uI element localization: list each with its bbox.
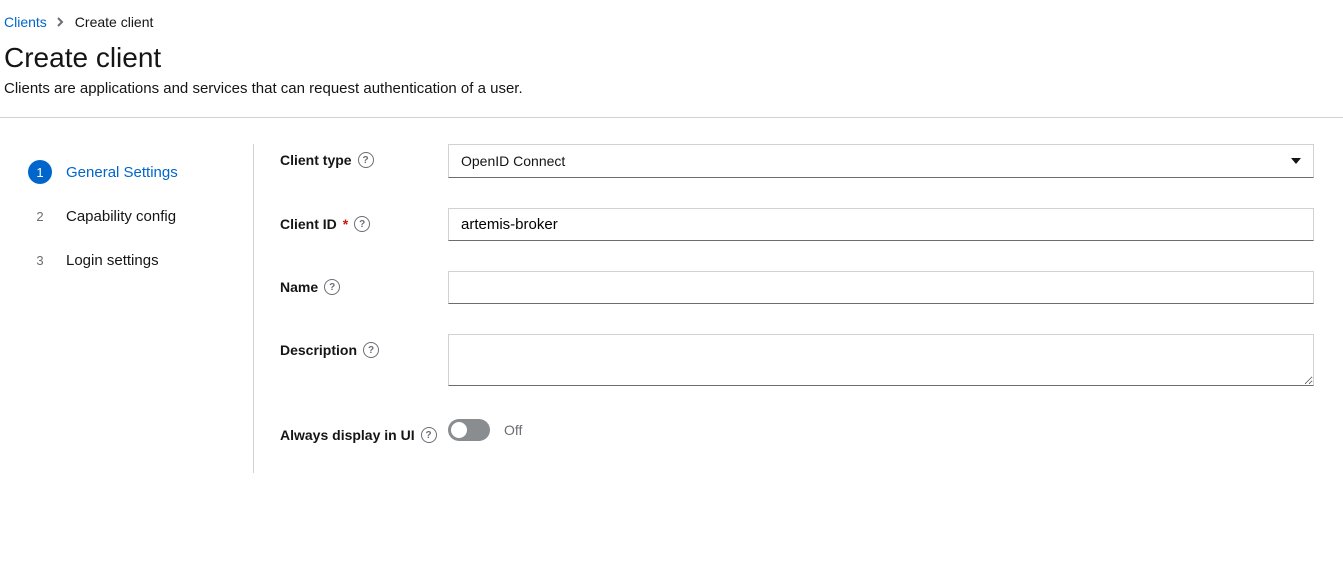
help-icon[interactable]: ?: [354, 216, 370, 232]
description-row: Description ?: [280, 334, 1314, 389]
step-label: Login settings: [66, 252, 159, 269]
breadcrumb: Clients Create client: [0, 0, 1343, 38]
step-number-badge: 3: [28, 248, 52, 272]
name-input[interactable]: [448, 271, 1314, 304]
description-textarea[interactable]: [448, 334, 1314, 386]
caret-down-icon: [1291, 158, 1301, 164]
step-label: Capability config: [66, 208, 176, 225]
step-number-badge: 1: [28, 160, 52, 184]
form-area: Client type ? OpenID Connect Client ID *…: [254, 144, 1314, 473]
main-content: 1 General Settings 2 Capability config 3…: [0, 118, 1343, 513]
client-type-row: Client type ? OpenID Connect: [280, 144, 1314, 178]
wizard-nav: 1 General Settings 2 Capability config 3…: [20, 144, 254, 473]
label-text: Client ID: [280, 216, 337, 232]
step-label: General Settings: [66, 164, 178, 181]
label-text: Always display in UI: [280, 427, 415, 443]
required-asterisk: *: [343, 216, 348, 232]
page-subtitle: Clients are applications and services th…: [0, 80, 1343, 117]
step-number-badge: 2: [28, 204, 52, 228]
always-display-label: Always display in UI ?: [280, 419, 448, 443]
label-text: Client type: [280, 152, 352, 168]
always-display-toggle[interactable]: [448, 419, 490, 441]
help-icon[interactable]: ?: [421, 427, 437, 443]
breadcrumb-current: Create client: [75, 14, 154, 30]
description-label: Description ?: [280, 334, 448, 358]
client-type-select[interactable]: OpenID Connect: [448, 144, 1314, 178]
wizard-step-general-settings[interactable]: 1 General Settings: [20, 150, 233, 194]
chevron-right-icon: [57, 14, 65, 30]
wizard-step-login-settings[interactable]: 3 Login settings: [20, 238, 233, 282]
client-type-label: Client type ?: [280, 144, 448, 168]
client-id-row: Client ID * ?: [280, 208, 1314, 241]
name-row: Name ?: [280, 271, 1314, 304]
page-title: Create client: [0, 38, 1343, 80]
label-text: Name: [280, 279, 318, 295]
name-label: Name ?: [280, 271, 448, 295]
help-icon[interactable]: ?: [324, 279, 340, 295]
help-icon[interactable]: ?: [363, 342, 379, 358]
label-text: Description: [280, 342, 357, 358]
always-display-state: Off: [504, 422, 522, 438]
breadcrumb-parent-link[interactable]: Clients: [4, 14, 47, 30]
always-display-row: Always display in UI ? Off: [280, 419, 1314, 443]
client-id-label: Client ID * ?: [280, 208, 448, 232]
wizard-step-capability-config[interactable]: 2 Capability config: [20, 194, 233, 238]
client-type-selected-value: OpenID Connect: [461, 153, 565, 169]
help-icon[interactable]: ?: [358, 152, 374, 168]
client-id-input[interactable]: [448, 208, 1314, 241]
